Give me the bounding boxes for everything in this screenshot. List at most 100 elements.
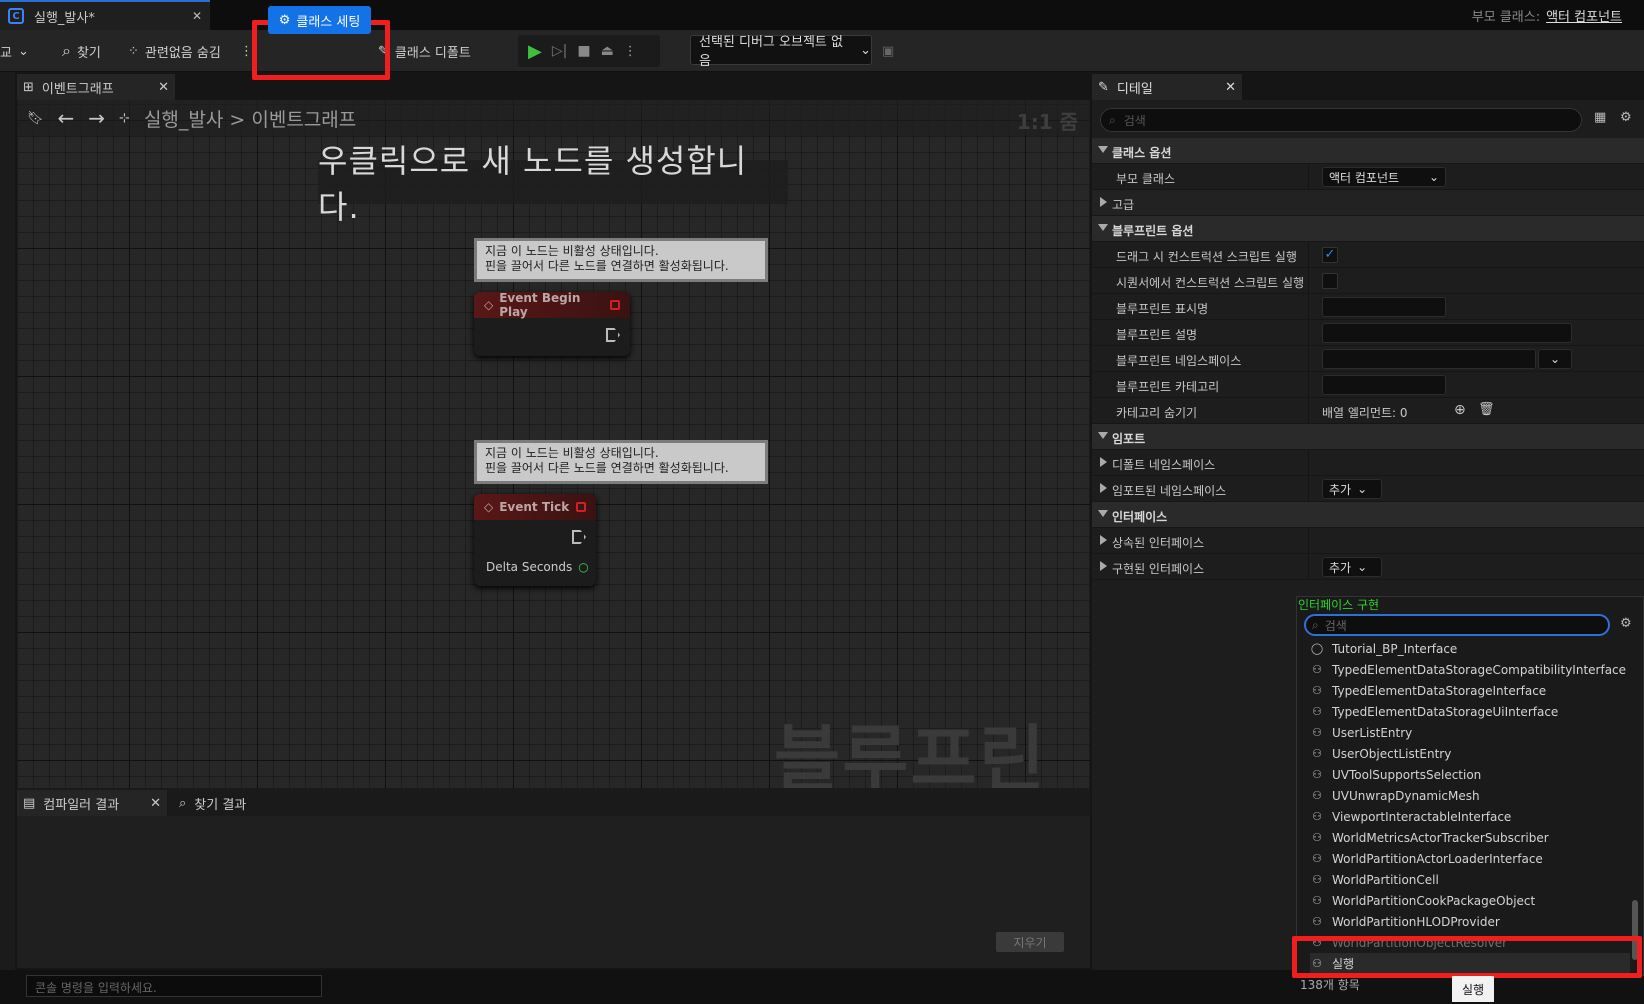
row-inherited-interfaces[interactable]: 상속된 인터페이스	[1092, 528, 1644, 554]
display-name-input[interactable]	[1322, 297, 1446, 317]
delegate-pin[interactable]	[576, 502, 586, 512]
gear-icon[interactable]: ⚙	[1620, 616, 1632, 631]
row-blueprint-display-name: 블루프린트 표시명	[1092, 294, 1644, 320]
list-item[interactable]: ⚇ TypedElementDataStorageCompatibilityInt…	[1310, 659, 1630, 680]
list-item[interactable]: ⚇ ViewportInteractableInterface	[1310, 806, 1630, 827]
list-item-label: WorldPartitionCell	[1332, 872, 1439, 887]
event-graph-canvas[interactable]: 우클릭으로 새 노드를 생성합니다. 블루프린트 지금 이 노드는 비활성 상태…	[17, 100, 1090, 788]
popup-search-input[interactable]: ⌕ 검색	[1304, 614, 1610, 636]
description-input[interactable]	[1322, 323, 1572, 343]
debug-browse-icon[interactable]: ▣	[882, 38, 894, 64]
section-class-options[interactable]: 클래스 옵션	[1092, 138, 1644, 164]
interface-icon: ⚇	[1312, 726, 1322, 739]
tab-event-graph[interactable]: ⊞ 이벤트그래프 ✕	[17, 74, 175, 100]
class-settings-button[interactable]: ⚙ 클래스 세팅	[268, 6, 371, 34]
bookmark-icon[interactable]: 🔖︎	[27, 111, 44, 126]
list-item[interactable]: ⚇ WorldPartitionActorLoaderInterface	[1310, 848, 1630, 869]
debug-object-select[interactable]: 선택된 디버그 오브젝트 없음 ⌄	[690, 35, 872, 69]
row-blueprint-description: 블루프린트 설명	[1092, 320, 1644, 346]
step-icon[interactable]: ▷|	[552, 43, 567, 59]
stop-icon[interactable]: ■	[577, 43, 590, 59]
toolbar-overflow-button[interactable]: 교 ⌄	[0, 38, 29, 64]
interface-icon: ⚇	[1312, 747, 1322, 760]
close-icon[interactable]: ✕	[1225, 80, 1236, 95]
popup-title: 인터페이스 구현	[1298, 598, 1380, 612]
list-item[interactable]: ⚇ UVToolSupportsSelection	[1310, 764, 1630, 785]
list-item[interactable]: ⚇ WorldMetricsActorTrackerSubscriber	[1310, 827, 1630, 848]
list-item-label: UserObjectListEntry	[1332, 746, 1452, 761]
close-icon[interactable]: ✕	[150, 796, 161, 811]
tab-compiler-results[interactable]: ▤ 컴파일러 결과 ✕	[17, 790, 167, 816]
hide-unrelated-button[interactable]: ⁘ 관련없음 숨김	[128, 38, 221, 64]
node-event-tick[interactable]: ◇ Event Tick Delta Seconds ○	[474, 494, 596, 586]
console-input[interactable]: 콘솔 명령을 입력하세요.	[26, 975, 322, 997]
delta-seconds-pin[interactable]: Delta Seconds ○	[486, 560, 589, 574]
compiler-results-area	[17, 816, 1090, 968]
play-icon[interactable]: ▶	[528, 41, 542, 62]
find-button[interactable]: ⌕ 찾기	[62, 38, 101, 64]
checkbox-unchecked[interactable]	[1322, 273, 1338, 289]
item-count: 138개 항목	[1300, 978, 1360, 992]
document-tab[interactable]: C 실행_발사* ✕	[0, 0, 210, 30]
list-item[interactable]: ⚇ UVUnwrapDynamicMesh	[1310, 785, 1630, 806]
list-item[interactable]: ⚇ TypedElementDataStorageInterface	[1310, 680, 1630, 701]
row-advanced[interactable]: 고급	[1092, 190, 1644, 216]
row-label: 임포트된 네임스페이스	[1112, 484, 1227, 498]
parent-class-select[interactable]: 액터 컴포넌트 ⌄	[1322, 167, 1446, 187]
row-imported-namespaces[interactable]: 임포트된 네임스페이스 추가 ⌄	[1092, 476, 1644, 502]
trash-icon[interactable]: 🗑︎	[1478, 402, 1495, 417]
list-item[interactable]: ◯ Tutorial_BP_Interface	[1310, 638, 1630, 659]
list-item[interactable]: ⚇ WorldPartitionCookPackageObject	[1310, 890, 1630, 911]
exec-output-pin[interactable]	[572, 530, 586, 544]
row-hide-categories: 카테고리 숨기기 배열 엘리먼트: 0 ⊕ 🗑︎	[1092, 398, 1644, 424]
bottom-tabs: ▤ 컴파일러 결과 ✕ ⌕ 찾기 결과	[17, 788, 1090, 816]
list-item[interactable]: ⚇ TypedElementDataStorageUiInterface	[1310, 701, 1630, 722]
add-namespace-button[interactable]: 추가 ⌄	[1322, 479, 1382, 499]
breadcrumb-leaf[interactable]: 이벤트그래프	[251, 109, 356, 131]
list-item-label: Tutorial_BP_Interface	[1332, 641, 1458, 656]
forward-arrow-icon[interactable]: →	[88, 106, 105, 130]
back-arrow-icon[interactable]: ←	[58, 106, 75, 130]
graph-icon: ⊞	[23, 79, 34, 95]
section-blueprint-options[interactable]: 블루프린트 옵션	[1092, 216, 1644, 242]
interface-icon: ⚇	[1312, 768, 1322, 781]
left-panel-strip	[0, 72, 15, 972]
section-interfaces[interactable]: 인터페이스	[1092, 502, 1644, 528]
eject-icon[interactable]: ⏏	[601, 43, 614, 59]
namespace-input[interactable]	[1322, 349, 1536, 369]
find-label: 찾기	[76, 45, 101, 61]
row-default-namespaces[interactable]: 디폴트 네임스페이스	[1092, 450, 1644, 476]
section-imports[interactable]: 임포트	[1092, 424, 1644, 450]
section-label: 블루프린트 옵션	[1112, 224, 1194, 238]
close-icon[interactable]: ✕	[158, 80, 169, 95]
list-item[interactable]: ⚇ WorldPartitionHLODProvider	[1310, 911, 1630, 932]
class-defaults-button[interactable]: ✎ 클래스 디폴트	[378, 38, 471, 64]
play-options-icon[interactable]: ⋮	[624, 44, 637, 59]
clear-button[interactable]: 지우기	[996, 932, 1064, 952]
category-input[interactable]	[1322, 375, 1446, 395]
checkbox-checked[interactable]: ✓	[1322, 247, 1338, 263]
add-interface-button[interactable]: 추가 ⌄	[1322, 557, 1382, 577]
event-diamond-icon: ◇	[484, 500, 494, 514]
class-defaults-label: 클래스 디폴트	[394, 45, 471, 61]
exec-output-pin[interactable]	[606, 328, 620, 342]
details-search-input[interactable]: ⌕ 검색	[1100, 108, 1582, 132]
list-item[interactable]: ⚇ UserObjectListEntry	[1310, 743, 1630, 764]
delegate-pin[interactable]	[610, 300, 620, 310]
comment-line: 지금 이 노드는 비활성 상태입니다.	[485, 446, 659, 460]
tab-find-results[interactable]: ⌕ 찾기 결과	[173, 790, 252, 816]
close-icon[interactable]: ✕	[192, 9, 202, 23]
row-implemented-interfaces[interactable]: 구현된 인터페이스 추가 ⌄	[1092, 554, 1644, 580]
breadcrumb-root[interactable]: 실행_발사	[144, 109, 223, 131]
tab-details[interactable]: ✎ 디테일 ✕	[1092, 74, 1242, 100]
gear-icon[interactable]: ⚙	[1620, 110, 1632, 125]
list-item[interactable]: ⚇ UserListEntry	[1310, 722, 1630, 743]
add-element-icon[interactable]: ⊕	[1454, 402, 1466, 418]
namespace-dropdown[interactable]: ⌄	[1538, 349, 1572, 369]
tab-find-label: 찾기 결과	[194, 797, 247, 813]
hide-unrelated-label: 관련없음 숨김	[144, 45, 221, 61]
parent-class-link[interactable]: 액터 컴포넌트	[1546, 10, 1622, 25]
list-item[interactable]: ⚇ WorldPartitionCell	[1310, 869, 1630, 890]
table-view-icon[interactable]: ▦	[1594, 110, 1606, 125]
node-event-begin-play[interactable]: ◇ Event Begin Play	[474, 291, 630, 356]
